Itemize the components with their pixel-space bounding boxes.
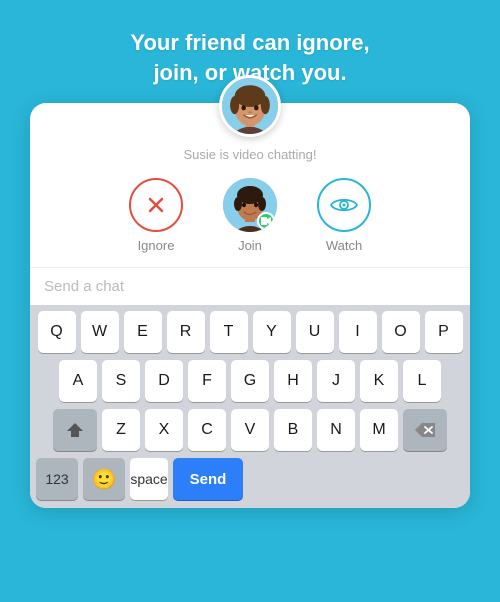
key-r[interactable]: R (167, 311, 205, 353)
watch-eye-icon (330, 196, 358, 214)
key-h[interactable]: H (274, 360, 312, 402)
delete-key[interactable] (403, 409, 447, 451)
delete-icon (415, 423, 435, 437)
watch-circle[interactable] (317, 178, 371, 232)
key-j[interactable]: J (317, 360, 355, 402)
chat-input[interactable]: Send a chat (44, 278, 456, 295)
avatar-wrap (30, 75, 470, 137)
key-a[interactable]: A (59, 360, 97, 402)
join-circle[interactable] (223, 178, 277, 232)
key-g[interactable]: G (231, 360, 269, 402)
key-f[interactable]: F (188, 360, 226, 402)
join-action[interactable]: Join (223, 178, 277, 253)
key-d[interactable]: D (145, 360, 183, 402)
notification-card: Susie is video chatting! Ignore (30, 103, 470, 508)
key-c[interactable]: C (188, 409, 226, 451)
key-k[interactable]: K (360, 360, 398, 402)
actions-row: Ignore (30, 178, 470, 267)
join-label: Join (238, 238, 262, 253)
keyboard-row-3: Z X C V B N M (34, 409, 466, 451)
ignore-label: Ignore (138, 238, 175, 253)
key-t[interactable]: T (210, 311, 248, 353)
chat-input-area[interactable]: Send a chat (30, 267, 470, 305)
keyboard-row-1: Q W E R T Y U I O P (34, 311, 466, 353)
ignore-circle[interactable] (129, 178, 183, 232)
space-key[interactable]: space (130, 458, 168, 500)
key-y[interactable]: Y (253, 311, 291, 353)
shift-icon (66, 421, 84, 439)
emoji-key[interactable]: 🙂 (83, 458, 125, 500)
status-text: Susie is video chatting! (30, 147, 470, 162)
key-x[interactable]: X (145, 409, 183, 451)
key-b[interactable]: B (274, 409, 312, 451)
keyboard-bottom-row: 123 🙂 space Send (34, 458, 466, 500)
watch-action[interactable]: Watch (317, 178, 371, 253)
video-badge (257, 212, 275, 230)
key-i[interactable]: I (339, 311, 377, 353)
key-s[interactable]: S (102, 360, 140, 402)
key-l[interactable]: L (403, 360, 441, 402)
avatar (219, 75, 281, 137)
key-e[interactable]: E (124, 311, 162, 353)
keyboard[interactable]: Q W E R T Y U I O P A S D F G H J K L (30, 305, 470, 508)
watch-label: Watch (326, 238, 362, 253)
key-n[interactable]: N (317, 409, 355, 451)
key-o[interactable]: O (382, 311, 420, 353)
video-icon (261, 216, 271, 226)
key-q[interactable]: Q (38, 311, 76, 353)
key-v[interactable]: V (231, 409, 269, 451)
ignore-icon (144, 193, 168, 217)
send-key[interactable]: Send (173, 458, 243, 500)
keyboard-row-2: A S D F G H J K L (34, 360, 466, 402)
key-z[interactable]: Z (102, 409, 140, 451)
shift-key[interactable] (53, 409, 97, 451)
key-w[interactable]: W (81, 311, 119, 353)
num-key[interactable]: 123 (36, 458, 78, 500)
key-u[interactable]: U (296, 311, 334, 353)
key-m[interactable]: M (360, 409, 398, 451)
ignore-action[interactable]: Ignore (129, 178, 183, 253)
key-p[interactable]: P (425, 311, 463, 353)
